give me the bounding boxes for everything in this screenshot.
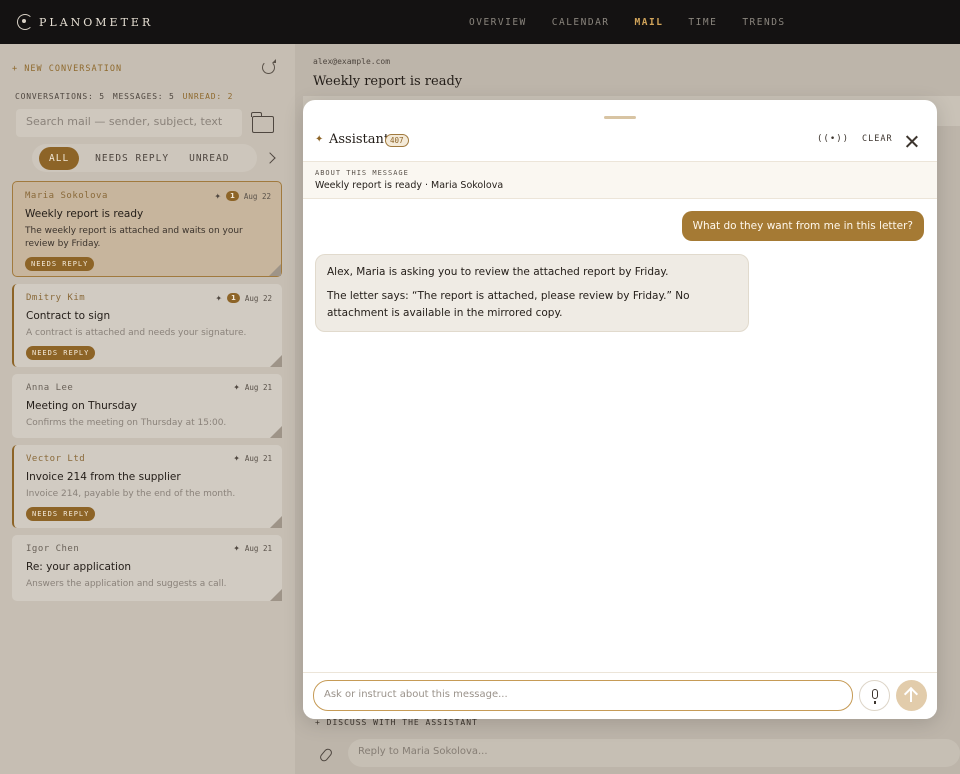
mail-date: Aug 21 <box>244 544 272 553</box>
spark-icon: ✦ <box>214 191 222 201</box>
mail-preview: The weekly report is attached and waits … <box>25 226 243 249</box>
spark-icon: ✦ <box>233 544 240 553</box>
message-from: alex@example.com <box>313 57 391 66</box>
clear-button[interactable]: CLEAR <box>862 134 893 144</box>
mail-date: Aug 21 <box>244 383 272 392</box>
new-conversation-button[interactable]: + NEW CONVERSATION <box>12 64 122 74</box>
fold-corner <box>270 589 282 601</box>
mail-preview: Answers the application and suggests a c… <box>26 579 227 589</box>
assistant-title: Assistant <box>329 132 390 147</box>
assistant-header: ✦ Assistant 407 ((•)) CLEAR <box>303 130 937 162</box>
brand-name: PLANOMETER <box>39 15 154 29</box>
stat-conversations: CONVERSATIONS: 5 <box>15 92 105 101</box>
nav-overview[interactable]: OVERVIEW <box>469 17 527 28</box>
mail-subject: Contract to sign <box>26 310 111 322</box>
fold-corner <box>270 516 282 528</box>
nav-time[interactable]: TIME <box>688 17 717 28</box>
live-audio-icon[interactable]: ((•)) <box>817 134 849 144</box>
mail-date: Aug 22 <box>244 293 272 303</box>
assistant-input[interactable]: Ask or instruct about this message... <box>313 680 853 711</box>
reply-input[interactable]: Reply to Maria Sokolova... <box>348 739 960 767</box>
spark-icon: ✦ <box>215 293 223 303</box>
mail-date: Aug 21 <box>244 454 272 463</box>
filter-chips: ALL NEEDS REPLY UNREAD <box>32 144 257 172</box>
mail-item[interactable]: Maria Sokolova ✦ 1 Aug 22 Weekly report … <box>12 181 282 277</box>
mail-item[interactable]: Vector Ltd ✦ Aug 21 Invoice 214 from the… <box>12 445 282 528</box>
stat-unread: UNREAD: 2 <box>182 92 234 101</box>
arrow-up-icon <box>910 689 912 702</box>
mail-date: Aug 22 <box>243 191 271 201</box>
about-label: ABOUT THIS MESSAGE <box>315 169 409 177</box>
mail-subject: Weekly report is ready <box>25 208 144 220</box>
send-button[interactable] <box>896 680 927 711</box>
filter-needs-reply[interactable]: NEEDS REPLY <box>85 147 179 170</box>
needs-reply-badge: NEEDS REPLY <box>26 346 96 360</box>
mail-subject: Re: your application <box>26 561 132 573</box>
message-subject: Weekly report is ready <box>313 74 463 89</box>
filter-all[interactable]: ALL <box>39 146 80 170</box>
logo-icon <box>17 14 33 30</box>
nav-mail[interactable]: MAIL <box>635 17 664 28</box>
nav-calendar[interactable]: CALENDAR <box>552 17 610 28</box>
brand[interactable]: PLANOMETER <box>17 14 153 30</box>
drag-handle[interactable] <box>604 116 636 119</box>
assistant-message-paragraph: The letter says: “The report is attached… <box>327 290 690 319</box>
spark-icon: ✦ <box>233 383 240 392</box>
filter-unread[interactable]: UNREAD <box>179 147 239 170</box>
mail-preview: Confirms the meeting on Thursday at 15:0… <box>26 418 227 428</box>
fold-corner <box>270 426 282 438</box>
paperclip-icon[interactable] <box>318 747 334 763</box>
mail-subject: Invoice 214 from the supplier <box>26 471 181 483</box>
about-value: Weekly report is ready · Maria Sokolova <box>315 180 504 191</box>
user-message: What do they want from me in this letter… <box>681 211 924 241</box>
assistant-message-paragraph: Alex, Maria is asking you to review the … <box>327 266 669 278</box>
folder-icon[interactable] <box>251 112 274 133</box>
count-badge: 1 <box>226 191 239 201</box>
search-input[interactable]: Search mail — sender, subject, text <box>16 109 242 137</box>
mail-item[interactable]: Igor Chen ✦ Aug 21 Re: your application … <box>12 535 282 601</box>
mail-stats: CONVERSATIONS: 5 MESSAGES: 5 UNREAD: 2 <box>15 92 233 101</box>
fold-corner <box>270 355 282 367</box>
mail-preview: A contract is attached and needs your si… <box>26 328 247 338</box>
discuss-with-assistant-link[interactable]: + DISCUSS WITH THE ASSISTANT <box>315 718 478 727</box>
about-message: ABOUT THIS MESSAGE Weekly report is read… <box>303 161 937 199</box>
mail-list: Maria Sokolova ✦ 1 Aug 22 Weekly report … <box>12 181 282 608</box>
spark-icon: ✦ <box>233 454 240 463</box>
mic-icon <box>872 689 878 704</box>
top-bar: PLANOMETER OVERVIEW CALENDAR MAIL TIME T… <box>0 0 960 44</box>
needs-reply-badge: NEEDS REPLY <box>25 257 95 271</box>
sidebar: + NEW CONVERSATION CONVERSATIONS: 5 MESS… <box>0 44 295 774</box>
mail-preview: Invoice 214, payable by the end of the m… <box>26 489 236 499</box>
mail-item[interactable]: Dmitry Kim ✦ 1 Aug 22 Contract to sign A… <box>12 284 282 367</box>
main-nav: OVERVIEW CALENDAR MAIL TIME TRENDS <box>469 0 786 44</box>
spark-icon: ✦ <box>315 134 324 145</box>
assistant-composer: Ask or instruct about this message... <box>303 672 937 719</box>
count-badge: 1 <box>227 293 240 303</box>
token-badge: 407 <box>385 134 409 147</box>
fold-corner <box>269 264 281 276</box>
nav-trends[interactable]: TRENDS <box>742 17 785 28</box>
mail-subject: Meeting on Thursday <box>26 400 137 412</box>
mail-item[interactable]: Anna Lee ✦ Aug 21 Meeting on Thursday Co… <box>12 374 282 438</box>
refresh-icon[interactable] <box>262 59 276 74</box>
needs-reply-badge: NEEDS REPLY <box>26 507 96 521</box>
close-icon[interactable] <box>906 135 918 147</box>
assistant-message: Alex, Maria is asking you to review the … <box>315 254 749 332</box>
mic-button[interactable] <box>859 680 890 711</box>
assistant-panel: ✦ Assistant 407 ((•)) CLEAR ABOUT THIS M… <box>303 100 937 719</box>
chevron-right-icon[interactable] <box>264 152 276 164</box>
stat-messages: MESSAGES: 5 <box>112 92 175 101</box>
